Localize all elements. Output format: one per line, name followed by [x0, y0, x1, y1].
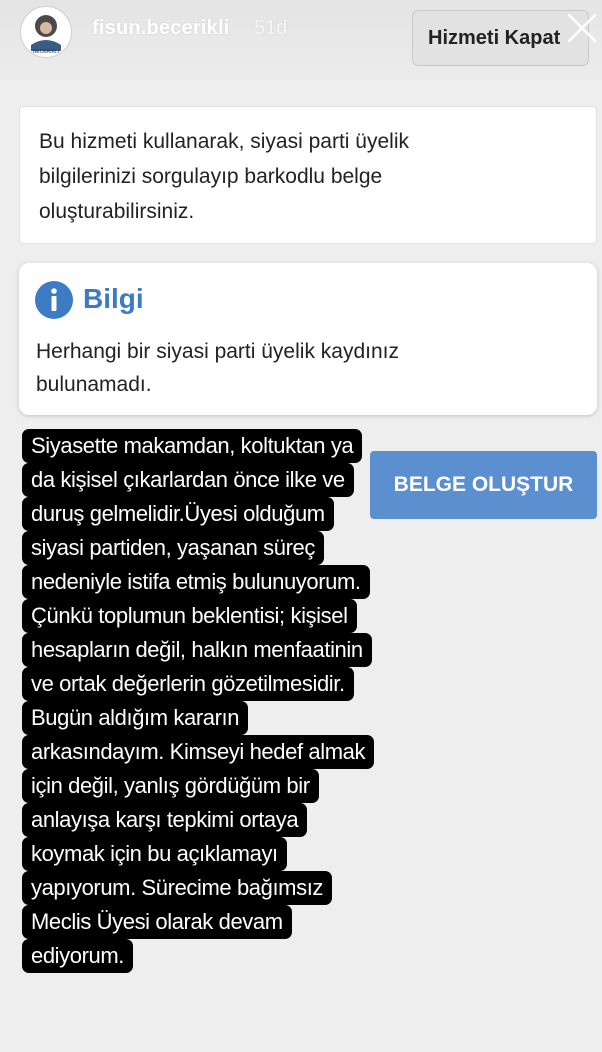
story-text-line: arkasındayım. Kimseyi hedef almak — [22, 735, 375, 769]
info-title: Bilgi — [83, 283, 144, 314]
story-text-line: siyasi partiden, yaşanan süreç — [22, 531, 324, 565]
story-timestamp: 51d — [254, 17, 288, 39]
story-username[interactable]: fisun.becerikli — [92, 17, 230, 40]
story-text-line: yapıyorum. Sürecime bağımsız — [22, 871, 333, 905]
story-text-line: Çünkü toplumun beklentisi; kişisel — [22, 599, 357, 633]
story-text-line: için değil, yanlış gördüğüm bir — [22, 769, 319, 803]
story-text-line: hesapların değil, halkın menfaatinin — [22, 633, 372, 667]
close-service-button[interactable]: Hizmeti Kapat — [412, 10, 589, 66]
story-text-line: ediyorum. — [22, 939, 133, 973]
avatar-image: BECERIKLI — [22, 8, 70, 56]
avatar-label: BECERIKLI — [33, 49, 59, 55]
story-text-line: Bugün aldığım kararın — [22, 701, 249, 735]
service-description-card: Bu hizmeti kullanarak, siyasi parti üyel… — [19, 106, 597, 244]
info-icon — [35, 281, 73, 319]
story-text-overlay: Siyasette makamdan, koltuktan ya da kişi… — [22, 429, 402, 973]
create-document-button[interactable]: BELGE OLUŞTUR — [370, 451, 597, 519]
story-text-line: anlayışa karşı tepkimi ortaya — [22, 803, 308, 837]
info-card: Bilgi Herhangi bir siyasi parti üyelik k… — [19, 263, 597, 415]
story-text-line: koymak için bu açıklamayı — [22, 837, 287, 871]
story-text-line: nedeniyle istifa etmiş bulunuyorum. — [22, 565, 370, 599]
service-description-text: Bu hizmeti kullanarak, siyasi parti üyel… — [39, 130, 409, 223]
avatar[interactable]: BECERIKLI — [20, 6, 72, 58]
story-text-line: Meclis Üyesi olarak devam — [22, 905, 292, 939]
story-text-line: ve ortak değerlerin gözetilmesidir. — [22, 667, 354, 701]
close-icon[interactable] — [566, 12, 598, 44]
story-header: BECERIKLI fisun.becerikli 51d Hizmeti Ka… — [0, 0, 602, 80]
story-text-line: duruş gelmelidir.Üyesi olduğum — [22, 497, 334, 531]
info-message: Herhangi bir siyasi parti üyelik kaydını… — [36, 340, 399, 396]
story-text-line: Siyasette makamdan, koltuktan ya — [22, 429, 363, 463]
story-text-line: da kişisel çıkarlardan önce ilke ve — [22, 463, 354, 497]
